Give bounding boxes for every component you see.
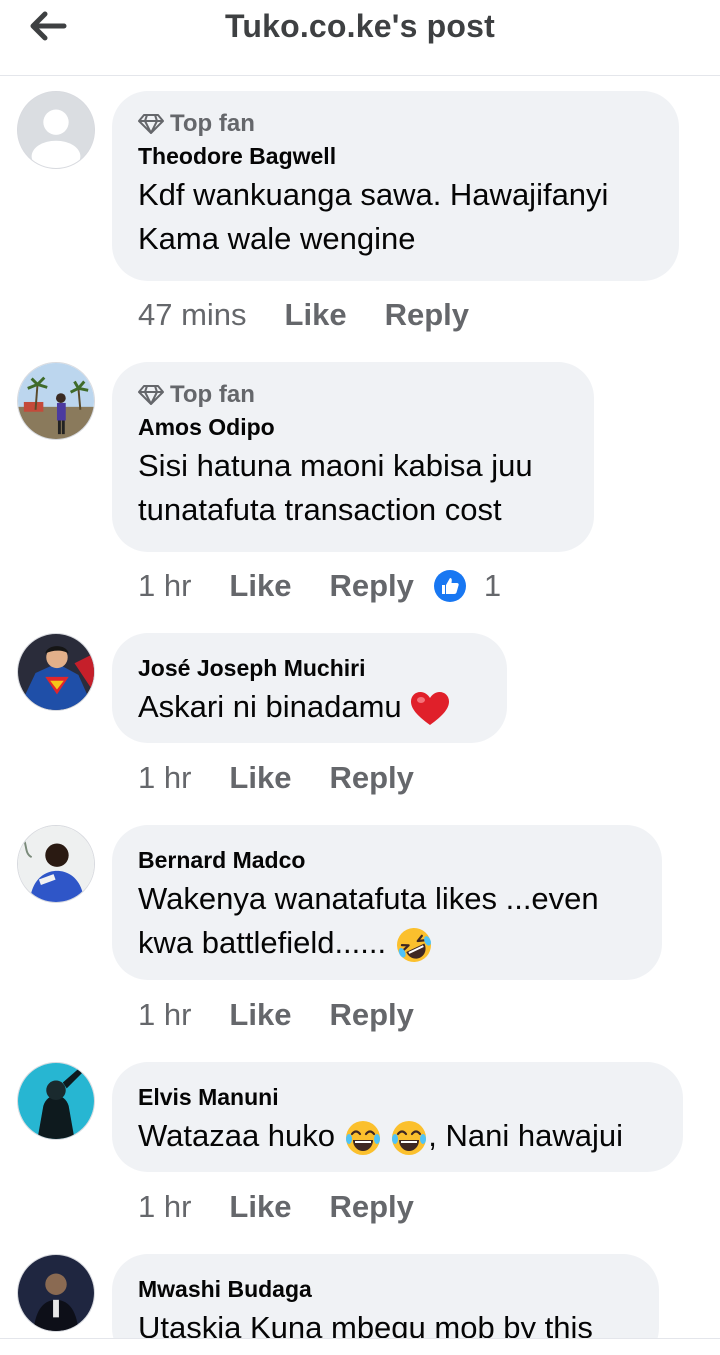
avatar[interactable]	[17, 825, 95, 903]
like-button[interactable]: Like	[229, 1189, 291, 1225]
like-button[interactable]: Like	[285, 297, 347, 333]
page-title: Tuko.co.ke's post	[224, 8, 496, 44]
reply-button[interactable]: Reply	[329, 1189, 413, 1225]
comment-actions: 1 hr Like Reply	[138, 1185, 414, 1229]
comment-author[interactable]: José Joseph Muchiri	[138, 651, 481, 685]
comment-text: Watazaa huko , Nani hawajui	[138, 1114, 657, 1158]
comment-author[interactable]: Bernard Madco	[138, 843, 636, 877]
comment-bubble[interactable]: Bernard Madco Wakenya wanatafuta likes .…	[112, 825, 662, 980]
comment-text: Sisi hatuna maoni kabisa juu tunatafuta …	[138, 448, 533, 527]
comment-time: 47 mins	[138, 297, 247, 332]
avatar[interactable]	[17, 1062, 95, 1140]
comment-actions: 1 hr Like Reply	[138, 993, 414, 1037]
comment-time: 1 hr	[138, 760, 192, 795]
heart-emoji-icon	[411, 691, 450, 725]
comment: Mwashi Budaga Utaskia Kuna mbegu mob by …	[0, 1254, 720, 1338]
reply-button[interactable]: Reply	[329, 997, 413, 1033]
tears-of-joy-emoji-icon	[392, 1120, 427, 1155]
diamond-icon	[138, 114, 164, 134]
reply-button[interactable]: Reply	[385, 297, 469, 333]
tears-of-joy-emoji-icon	[345, 1120, 380, 1155]
comment-time: 1 hr	[138, 1189, 192, 1224]
like-button[interactable]: Like	[229, 760, 291, 796]
top-fan-badge: Top fan	[138, 380, 568, 410]
comment-bubble[interactable]: José Joseph Muchiri Askari ni binadamu	[112, 633, 507, 743]
comment-text: Wakenya wanatafuta likes ...even kwa bat…	[138, 877, 636, 965]
comment-bubble[interactable]: Top fan Amos Odipo Sisi hatuna maoni kab…	[112, 362, 594, 552]
reply-button[interactable]: Reply	[329, 568, 413, 604]
comment-actions: 1 hr Like Reply	[138, 756, 414, 800]
avatar[interactable]	[17, 362, 95, 440]
header: Tuko.co.ke's post	[0, 0, 720, 76]
comment-author[interactable]: Mwashi Budaga	[138, 1272, 633, 1306]
avatar[interactable]	[17, 633, 95, 711]
like-button[interactable]: Like	[229, 997, 291, 1033]
comment-author[interactable]: Elvis Manuni	[138, 1080, 657, 1114]
thumbs-up-icon	[433, 570, 466, 602]
comment-author[interactable]: Theodore Bagwell	[138, 139, 653, 173]
like-button[interactable]: Like	[229, 568, 291, 604]
comment-actions: 47 mins Like Reply	[138, 293, 469, 337]
avatar[interactable]	[17, 1254, 95, 1332]
reaction-summary[interactable]: 1	[433, 568, 502, 604]
comment-bubble[interactable]: Top fan Theodore Bagwell Kdf wankuanga s…	[112, 91, 679, 281]
comment-actions: 1 hr Like Reply 1	[138, 564, 501, 608]
avatar[interactable]	[17, 91, 95, 169]
comment-text: Askari ni binadamu	[138, 685, 481, 729]
bottom-divider	[0, 1338, 720, 1355]
comment-time: 1 hr	[138, 997, 192, 1032]
comment-bubble[interactable]: Elvis Manuni Watazaa huko , Nani hawajui	[112, 1062, 683, 1172]
comment-time: 1 hr	[138, 568, 192, 603]
reaction-count: 1	[483, 568, 502, 603]
diamond-icon	[138, 385, 164, 405]
comment-author[interactable]: Amos Odipo	[138, 410, 568, 444]
top-fan-badge: Top fan	[138, 109, 653, 139]
comment-text: Kdf wankuanga sawa. Hawajifanyi Kama wal…	[138, 177, 609, 256]
comment-text: Utaskia Kuna mbegu mob by this	[138, 1310, 593, 1338]
rolling-laughing-emoji-icon	[396, 927, 431, 962]
comment-bubble[interactable]: Mwashi Budaga Utaskia Kuna mbegu mob by …	[112, 1254, 659, 1338]
reply-button[interactable]: Reply	[329, 760, 413, 796]
